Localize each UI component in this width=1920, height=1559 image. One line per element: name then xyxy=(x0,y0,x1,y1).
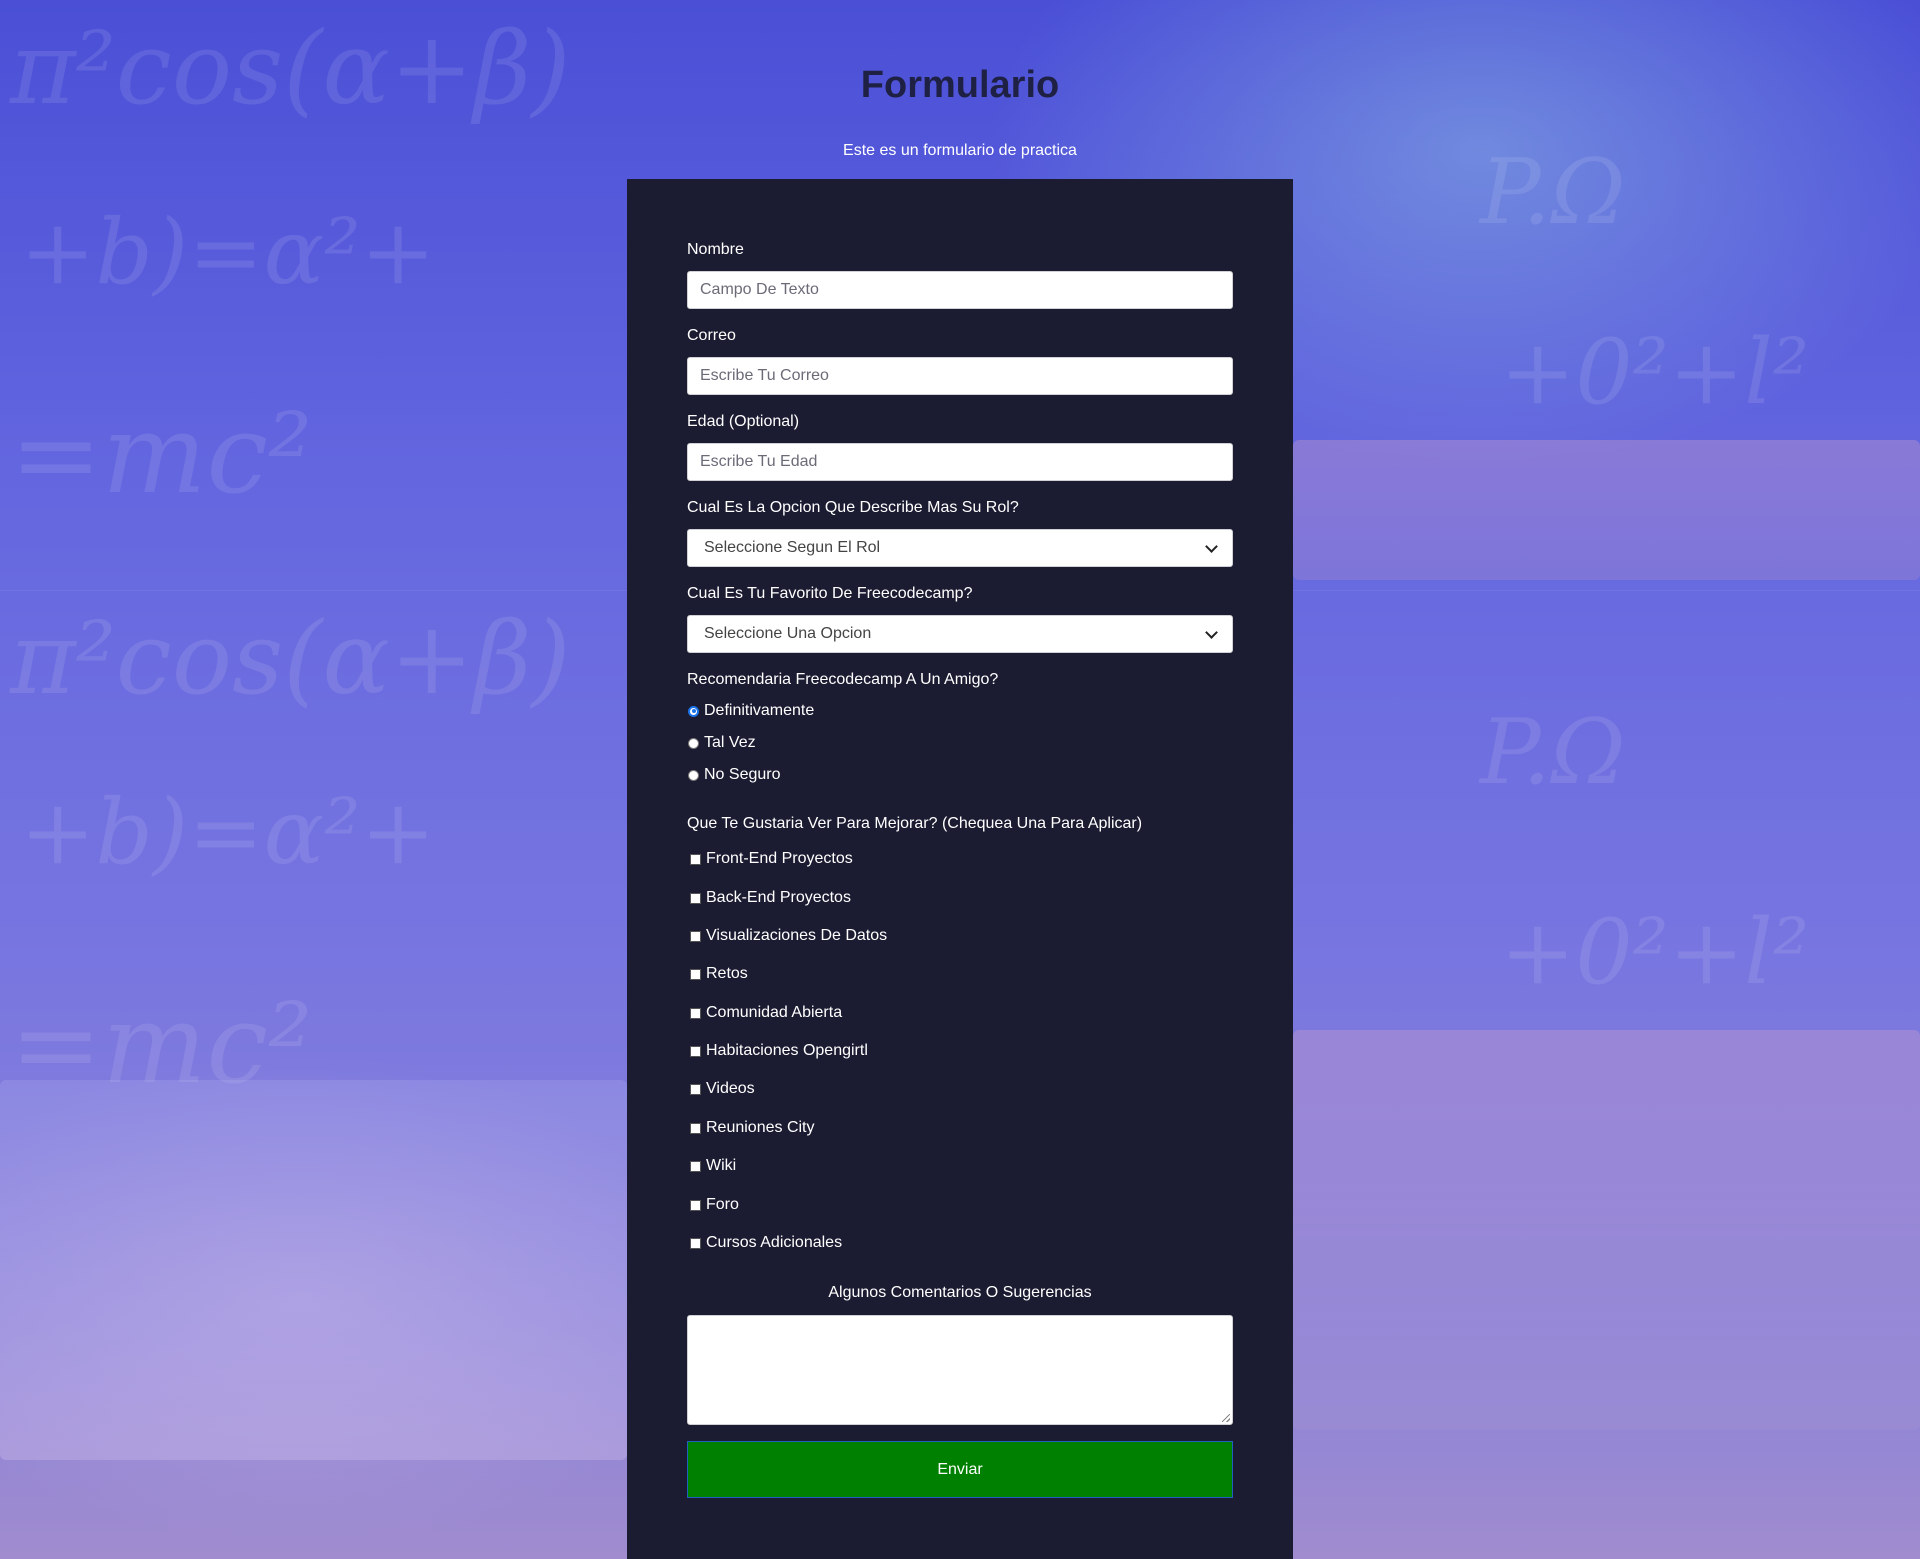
radio-option-definitivamente[interactable]: Definitivamente xyxy=(687,702,814,720)
checkbox-option[interactable]: Foro xyxy=(687,1196,739,1214)
checkbox-label: Foro xyxy=(706,1196,739,1213)
checkbox-option[interactable]: Retos xyxy=(687,965,748,983)
favorite-label: Cual Es Tu Favorito De Freecodecamp? xyxy=(687,585,973,602)
role-select[interactable]: Seleccione Segun El Rol xyxy=(687,529,1233,567)
checkbox-option[interactable]: Cursos Adicionales xyxy=(687,1234,842,1252)
comments-textarea[interactable] xyxy=(687,1315,1233,1425)
checkbox-option[interactable]: Comunidad Abierta xyxy=(687,1004,842,1022)
email-input[interactable] xyxy=(687,357,1233,395)
checkbox-label: Comunidad Abierta xyxy=(706,1004,843,1021)
background-chalk-decoration: +0²+l² xyxy=(1500,900,1810,1005)
radio-option-label: Tal Vez xyxy=(704,734,756,751)
age-label: Edad (Optional) xyxy=(687,413,800,430)
page-subtitle: Este es un formulario de practica xyxy=(843,142,1077,159)
checkbox[interactable] xyxy=(690,1007,701,1019)
background-chalk-decoration: +0²+l² xyxy=(1500,320,1810,425)
checkbox-label: Habitaciones Opengirtl xyxy=(706,1042,868,1059)
resize-handle-icon[interactable] xyxy=(1222,1414,1230,1422)
checkbox[interactable] xyxy=(690,1237,701,1249)
background-chalk-decoration: =mc² xyxy=(10,980,313,1108)
favorite-select[interactable]: Seleccione Una Opcion xyxy=(687,615,1233,653)
checkbox[interactable] xyxy=(690,1122,701,1134)
name-label: Nombre xyxy=(687,241,744,258)
age-input[interactable] xyxy=(687,443,1233,481)
checkbox-option[interactable]: Reuniones City xyxy=(687,1119,815,1137)
checkbox-label: Reuniones City xyxy=(706,1119,815,1136)
chevron-down-icon xyxy=(1205,539,1218,553)
radio-button[interactable] xyxy=(688,737,699,749)
improvements-label: Que Te Gustaria Ver Para Mejorar? (Chequ… xyxy=(687,815,1143,832)
radio-option-tal-vez[interactable]: Tal Vez xyxy=(687,734,756,752)
checkbox[interactable] xyxy=(690,1083,701,1095)
name-input[interactable] xyxy=(687,271,1233,309)
checkbox-label: Wiki xyxy=(706,1157,737,1174)
role-label: Cual Es La Opcion Que Describe Mas Su Ro… xyxy=(687,499,1019,516)
survey-form: Nombre Correo Edad (Optional) Cual Es La… xyxy=(627,179,1293,1559)
chevron-down-icon xyxy=(1205,625,1218,639)
background-chalk-decoration: =mc² xyxy=(10,390,313,518)
checkbox-label: Back-End Proyectos xyxy=(706,889,851,906)
background-books-decoration xyxy=(1293,440,1920,580)
background-chalk-decoration: P.Ω xyxy=(1480,700,1626,805)
checkbox[interactable] xyxy=(690,853,701,865)
submit-button[interactable]: Enviar xyxy=(687,1441,1233,1498)
checkbox-label: Videos xyxy=(706,1080,755,1097)
background-books-decoration xyxy=(1293,1030,1920,1430)
radio-option-label: Definitivamente xyxy=(704,702,815,719)
checkbox-label: Retos xyxy=(706,965,748,982)
background-chalk-decoration: π²cos(α+β) xyxy=(10,600,571,717)
checkbox[interactable] xyxy=(690,1045,701,1057)
email-label: Correo xyxy=(687,327,736,344)
checkbox[interactable] xyxy=(690,1160,701,1172)
checkbox-option[interactable]: Visualizaciones De Datos xyxy=(687,927,887,945)
checkbox-label: Front-End Proyectos xyxy=(706,850,853,867)
role-select-value: Seleccione Segun El Rol xyxy=(704,539,881,556)
checkbox-option[interactable]: Back-End Proyectos xyxy=(687,889,851,907)
checkbox[interactable] xyxy=(690,968,701,980)
checkbox[interactable] xyxy=(690,892,701,904)
checkbox[interactable] xyxy=(690,930,701,942)
radio-button[interactable] xyxy=(688,769,699,781)
radio-option-no-seguro[interactable]: No Seguro xyxy=(687,766,781,784)
radio-option-label: No Seguro xyxy=(704,766,781,783)
checkbox-label: Visualizaciones De Datos xyxy=(706,927,888,944)
checkbox-label: Cursos Adicionales xyxy=(706,1234,843,1251)
checkbox-option[interactable]: Wiki xyxy=(687,1157,736,1175)
comments-label: Algunos Comentarios O Sugerencias xyxy=(828,1284,1092,1301)
checkbox-option[interactable]: Habitaciones Opengirtl xyxy=(687,1042,868,1060)
background-chalk-decoration: +b)=α²+ xyxy=(20,200,436,305)
radio-button-checked[interactable] xyxy=(688,705,699,717)
checkbox-option[interactable]: Front-End Proyectos xyxy=(687,850,853,868)
checkbox-option[interactable]: Videos xyxy=(687,1080,755,1098)
checkbox[interactable] xyxy=(690,1199,701,1211)
favorite-select-value: Seleccione Una Opcion xyxy=(704,625,872,642)
page-title: Formulario xyxy=(860,64,1060,106)
background-chalk-decoration: +b)=α²+ xyxy=(20,780,436,885)
recommend-label: Recomendaria Freecodecamp A Un Amigo? xyxy=(687,671,999,688)
background-open-book-decoration xyxy=(0,1080,627,1460)
